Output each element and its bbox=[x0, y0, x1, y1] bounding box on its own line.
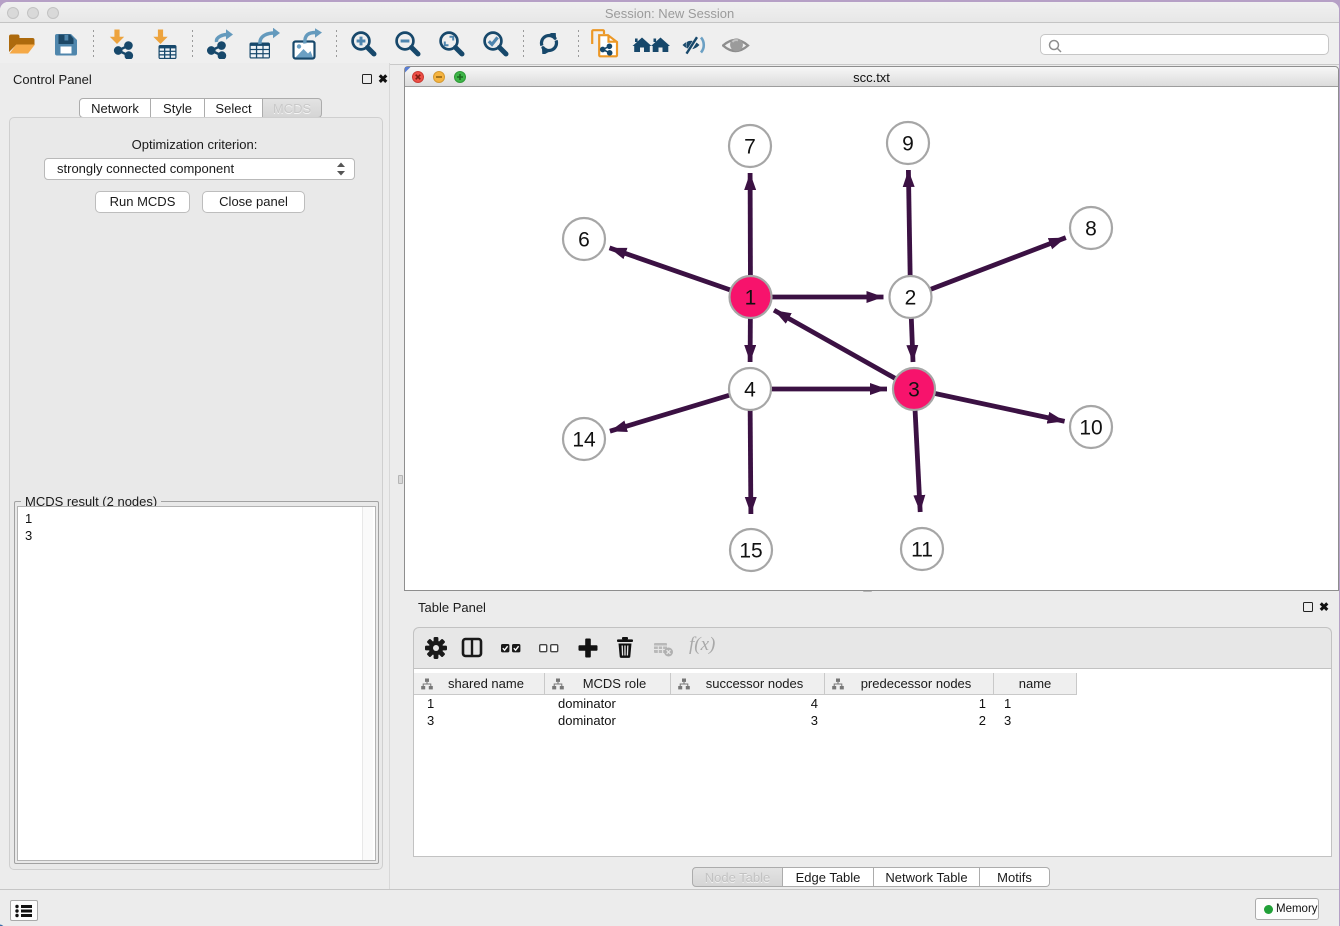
svg-text:1: 1 bbox=[745, 287, 757, 310]
svg-text:3: 3 bbox=[908, 379, 920, 402]
svg-text:9: 9 bbox=[902, 133, 914, 156]
svg-text:7: 7 bbox=[744, 136, 756, 159]
svg-text:14: 14 bbox=[572, 429, 596, 452]
svg-text:10: 10 bbox=[1079, 417, 1102, 440]
svg-text:8: 8 bbox=[1085, 218, 1097, 241]
svg-text:11: 11 bbox=[911, 539, 933, 562]
svg-text:2: 2 bbox=[905, 287, 917, 310]
svg-text:15: 15 bbox=[739, 540, 762, 563]
svg-text:4: 4 bbox=[744, 379, 756, 402]
svg-text:6: 6 bbox=[578, 229, 590, 252]
